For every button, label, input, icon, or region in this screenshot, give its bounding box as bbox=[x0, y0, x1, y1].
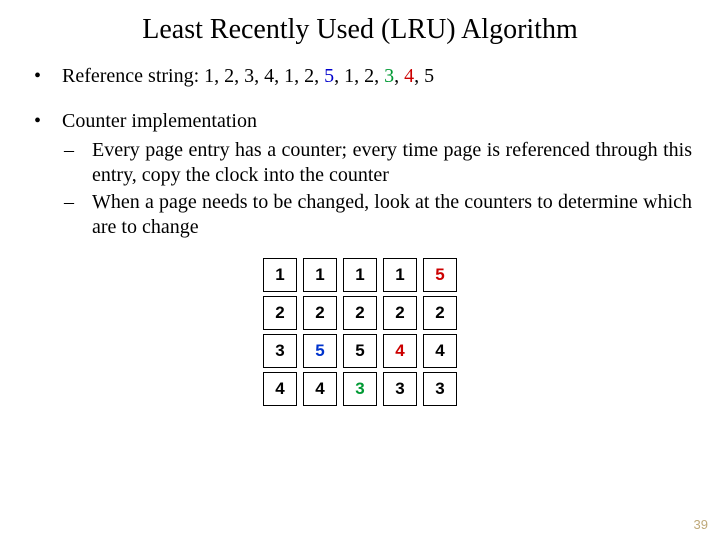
table-cell: 5 bbox=[303, 334, 337, 368]
counter-impl-heading-text: Counter implementation bbox=[62, 109, 692, 134]
table-cell: 5 bbox=[423, 258, 457, 292]
table-cell: 2 bbox=[263, 296, 297, 330]
table-row: 44333 bbox=[263, 372, 457, 406]
reference-string-content: Reference string: 1, 2, 3, 4, 1, 2, 5, 1… bbox=[62, 64, 692, 89]
table-cell: 4 bbox=[383, 334, 417, 368]
table-cell: 5 bbox=[343, 334, 377, 368]
table-cell: 2 bbox=[383, 296, 417, 330]
reference-token: 4 bbox=[404, 65, 414, 87]
counter-impl-item-text: When a page needs to be changed, look at… bbox=[92, 190, 692, 240]
table-cell: 1 bbox=[383, 258, 417, 292]
table-row: 22222 bbox=[263, 296, 457, 330]
reference-token: , 1, 2, bbox=[334, 65, 384, 87]
counter-impl-block: • Counter implementation – Every page en… bbox=[28, 109, 692, 240]
dash-icon: – bbox=[64, 138, 92, 188]
reference-string-bullet: • Reference string: 1, 2, 3, 4, 1, 2, 5,… bbox=[28, 64, 692, 89]
counter-impl-heading: • Counter implementation bbox=[28, 109, 692, 134]
table-cell: 4 bbox=[303, 372, 337, 406]
reference-token: , bbox=[394, 65, 404, 87]
page-number: 39 bbox=[694, 517, 708, 532]
table-row: 11115 bbox=[263, 258, 457, 292]
reference-token: 5 bbox=[324, 65, 334, 87]
table-cell: 1 bbox=[263, 258, 297, 292]
reference-string-label: Reference string: bbox=[62, 65, 204, 87]
table-cell: 4 bbox=[423, 334, 457, 368]
dash-icon: – bbox=[64, 190, 92, 240]
table-row: 35544 bbox=[263, 334, 457, 368]
table-cell: 1 bbox=[303, 258, 337, 292]
table-cell: 2 bbox=[423, 296, 457, 330]
table-cell: 1 bbox=[343, 258, 377, 292]
bullet-dot: • bbox=[28, 64, 62, 89]
counter-impl-item: – When a page needs to be changed, look … bbox=[64, 190, 692, 240]
table-cell: 2 bbox=[303, 296, 337, 330]
table-cell: 3 bbox=[383, 372, 417, 406]
bullet-dot: • bbox=[28, 109, 62, 134]
table-cell: 3 bbox=[423, 372, 457, 406]
table-cell: 3 bbox=[343, 372, 377, 406]
table-cell: 3 bbox=[263, 334, 297, 368]
reference-token: , 5 bbox=[414, 65, 434, 87]
slide: Least Recently Used (LRU) Algorithm • Re… bbox=[0, 0, 720, 540]
frame-table-wrap: 11115222223554444333 bbox=[28, 254, 692, 410]
reference-string-value: 1, 2, 3, 4, 1, 2, 5, 1, 2, 3, 4, 5 bbox=[204, 65, 434, 87]
reference-token: 3 bbox=[384, 65, 394, 87]
frame-table: 11115222223554444333 bbox=[257, 254, 463, 410]
counter-impl-item-text: Every page entry has a counter; every ti… bbox=[92, 138, 692, 188]
reference-token: 1, 2, 3, 4, 1, 2, bbox=[204, 65, 324, 87]
table-cell: 4 bbox=[263, 372, 297, 406]
counter-impl-item: – Every page entry has a counter; every … bbox=[64, 138, 692, 188]
slide-title: Least Recently Used (LRU) Algorithm bbox=[28, 14, 692, 46]
table-cell: 2 bbox=[343, 296, 377, 330]
